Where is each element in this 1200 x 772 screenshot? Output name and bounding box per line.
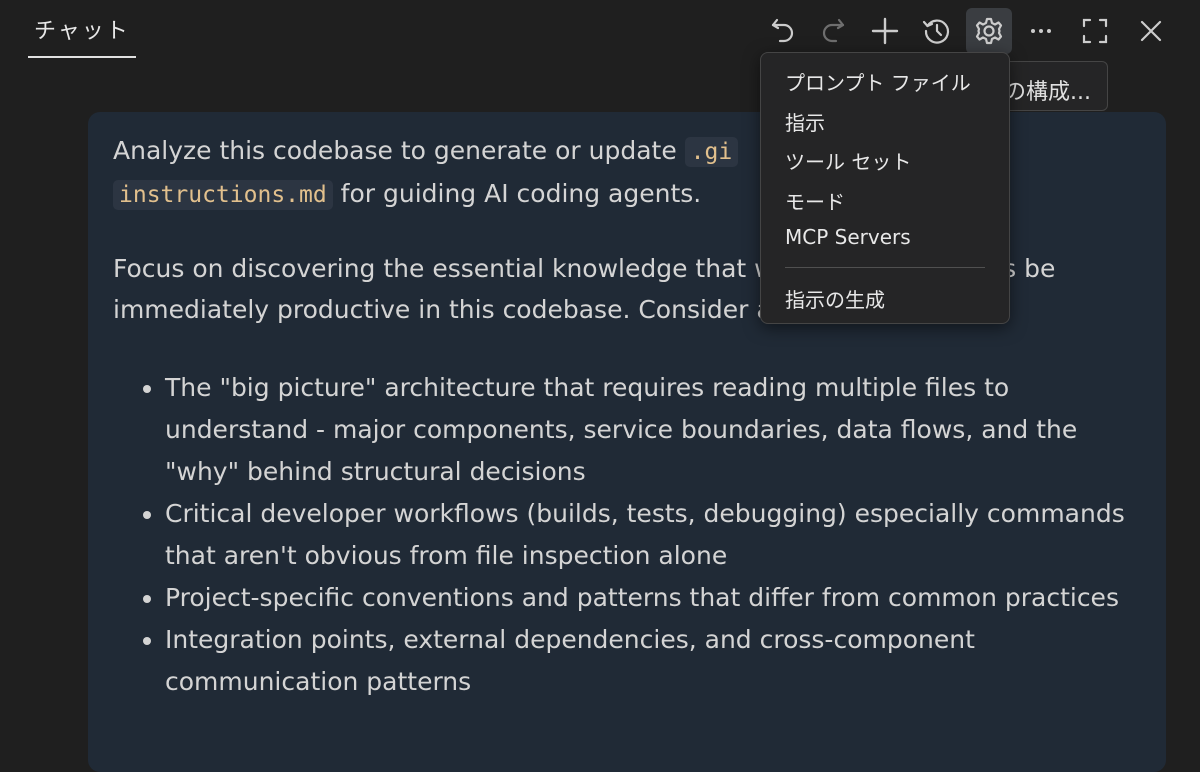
- list-item: Integration points, external dependencie…: [165, 619, 1145, 703]
- configure-tooltip-text: の構成...: [1004, 80, 1091, 105]
- more-icon[interactable]: [1018, 8, 1064, 54]
- maximize-icon[interactable]: [1072, 8, 1118, 54]
- inline-code: instructions.md: [113, 180, 333, 210]
- list-item: The "big picture" architecture that requ…: [165, 367, 1145, 493]
- redo-icon[interactable]: [810, 8, 856, 54]
- undo-icon[interactable]: [760, 8, 806, 54]
- close-icon[interactable]: [1128, 8, 1174, 54]
- list-item: Project-specific conventions and pattern…: [165, 577, 1145, 619]
- plus-icon[interactable]: [862, 8, 908, 54]
- menu-item-modes[interactable]: モード: [771, 180, 999, 218]
- tab-chat-label: チャット: [34, 19, 130, 44]
- menu-item-label: 指示の生成: [785, 288, 885, 312]
- menu-item-label: モード: [785, 190, 845, 214]
- menu-item-label: MCP Servers: [785, 225, 911, 249]
- menu-item-generate-instructions[interactable]: 指示の生成: [771, 278, 999, 316]
- menu-item-prompt-files[interactable]: プロンプト ファイル: [771, 61, 999, 99]
- history-icon[interactable]: [914, 8, 960, 54]
- menu-item-label: 指示: [785, 111, 825, 135]
- menu-item-instructions[interactable]: 指示: [771, 101, 999, 139]
- menu-item-tool-sets[interactable]: ツール セット: [771, 140, 999, 178]
- tab-chat[interactable]: チャット: [28, 0, 136, 58]
- inline-code: .gi: [684, 137, 739, 167]
- message-bullet-list: The "big picture" architecture that requ…: [113, 367, 1145, 703]
- menu-item-label: ツール セット: [785, 150, 912, 174]
- tab-active-indicator: [28, 56, 136, 58]
- gear-icon[interactable]: [966, 8, 1012, 54]
- chat-header: チャット: [0, 0, 1200, 64]
- menu-separator: [785, 267, 985, 268]
- configure-menu: プロンプト ファイル 指示 ツール セット モード MCP Servers 指示…: [760, 52, 1010, 324]
- list-item: Critical developer workflows (builds, te…: [165, 493, 1145, 577]
- menu-item-label: プロンプト ファイル: [785, 71, 971, 95]
- paragraph-text: Analyze this codebase to generate or upd…: [113, 136, 685, 165]
- paragraph-text: for guiding AI coding agents.: [332, 179, 702, 208]
- menu-item-mcp-servers[interactable]: MCP Servers: [771, 219, 999, 257]
- configure-tooltip: の構成...: [994, 61, 1108, 111]
